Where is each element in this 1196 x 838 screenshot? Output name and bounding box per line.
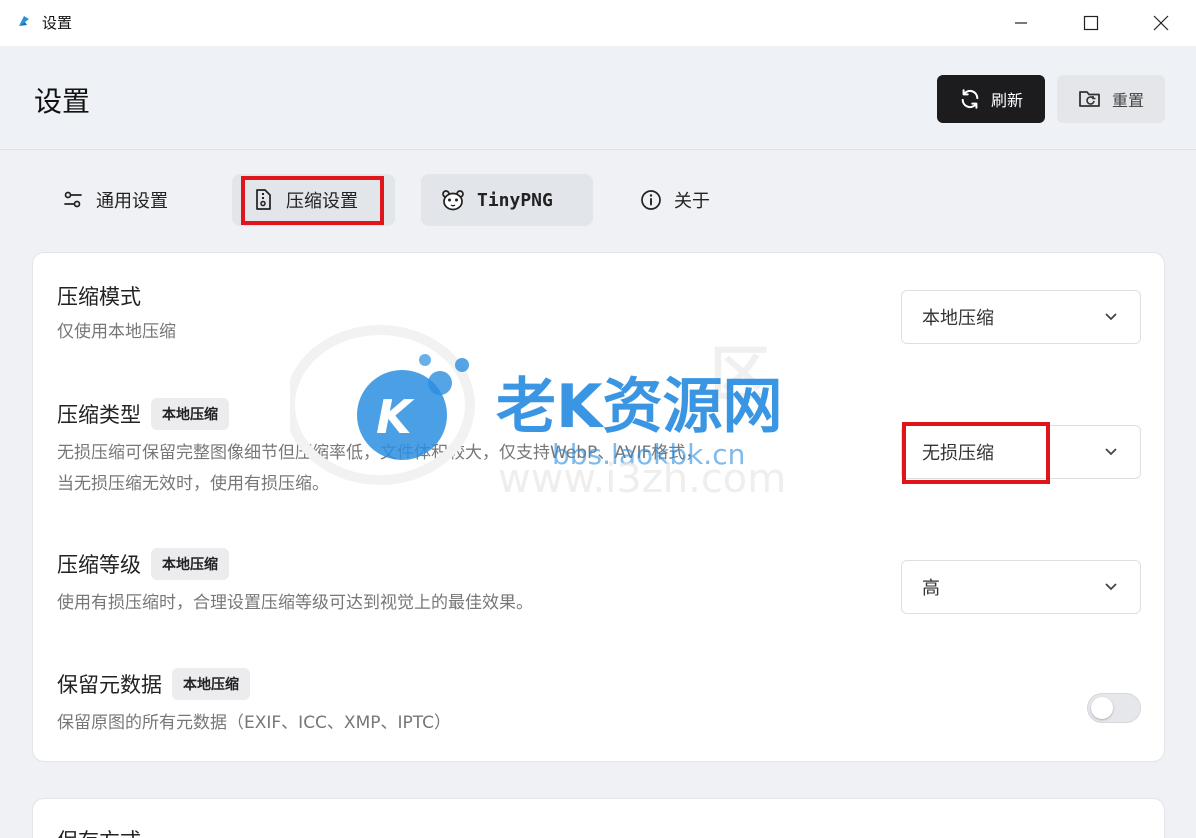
tab-label: TinyPNG: [477, 189, 553, 211]
panda-icon: [442, 190, 464, 211]
tab-label: 关于: [674, 191, 710, 212]
window-title: 设置: [42, 14, 73, 32]
toggle-knob: [1091, 697, 1113, 719]
refresh-label: 刷新: [990, 91, 1023, 110]
compression-level-select[interactable]: 高: [901, 560, 1141, 614]
chevron-down-icon: [1105, 583, 1117, 591]
local-badge: 本地压缩: [151, 398, 229, 430]
minimize-button[interactable]: [986, 0, 1056, 46]
tab-label: 通用设置: [96, 191, 168, 212]
select-value: 无损压缩: [922, 443, 994, 464]
folder-reset-icon: [1079, 91, 1100, 107]
compression-type-select[interactable]: 无损压缩: [901, 425, 1141, 479]
compression-mode-select[interactable]: 本地压缩: [901, 290, 1141, 344]
tab-compression[interactable]: 压缩设置: [232, 174, 395, 226]
refresh-button[interactable]: 刷新: [937, 75, 1045, 123]
setting-description: 无损压缩可保留完整图像细节但压缩率低，文件体积较大，仅支持WebP、AVIF格式…: [57, 438, 702, 500]
select-value: 本地压缩: [922, 308, 994, 329]
setting-title: 压缩类型: [57, 403, 141, 427]
tab-general[interactable]: 通用设置: [42, 174, 188, 226]
maximize-icon: [1083, 15, 1099, 31]
setting-title: 保留元数据: [57, 673, 162, 697]
setting-title-row: 压缩类型 本地压缩: [57, 398, 229, 430]
tab-label: 压缩设置: [286, 191, 358, 212]
reset-label: 重置: [1111, 91, 1144, 110]
setting-title: 压缩等级: [57, 553, 141, 577]
reset-button[interactable]: 重置: [1057, 75, 1165, 123]
maximize-button[interactable]: [1056, 0, 1126, 46]
tab-tinypng[interactable]: TinyPNG: [421, 174, 593, 226]
settings-tabs: 通用设置 压缩设置 TinyPNG 关于: [0, 150, 1196, 250]
minimize-icon: [1015, 22, 1027, 24]
page-title: 设置: [34, 85, 91, 118]
close-icon: [1153, 15, 1169, 31]
setting-description: 使用有损压缩时，合理设置压缩等级可达到视觉上的最佳效果。: [57, 593, 533, 613]
setting-title-row: 压缩等级 本地压缩: [57, 548, 229, 580]
page-header: 设置 刷新 重置: [0, 46, 1196, 150]
compression-settings-card: 压缩模式 仅使用本地压缩 本地压缩 压缩类型 本地压缩 无损压缩可保留完整图像细…: [32, 252, 1165, 762]
close-button[interactable]: [1126, 0, 1196, 46]
local-badge: 本地压缩: [151, 548, 229, 580]
chevron-down-icon: [1105, 313, 1117, 321]
tab-about[interactable]: 关于: [620, 174, 730, 226]
setting-description: 仅使用本地压缩: [57, 322, 176, 342]
description-line: 当无损压缩无效时，使用有损压缩。: [57, 474, 329, 494]
setting-title: 压缩模式: [57, 285, 141, 309]
description-line: 无损压缩可保留完整图像细节但压缩率低，文件体积较大，仅支持WebP、AVIF格式…: [57, 443, 703, 463]
app-icon: [19, 16, 29, 26]
section-title: 保存方式: [57, 825, 141, 838]
keep-metadata-toggle[interactable]: [1087, 693, 1141, 723]
save-mode-card: 保存方式: [32, 798, 1165, 838]
sliders-icon: [64, 191, 82, 208]
local-badge: 本地压缩: [172, 668, 250, 700]
setting-description: 保留原图的所有元数据（EXIF、ICC、XMP、IPTC）: [57, 713, 452, 733]
chevron-down-icon: [1105, 448, 1117, 456]
info-icon: [641, 190, 661, 210]
window-titlebar: 设置: [0, 0, 1196, 46]
compress-file-icon: [256, 189, 271, 210]
setting-title-row: 保留元数据 本地压缩: [57, 668, 250, 700]
select-value: 高: [922, 578, 940, 599]
refresh-icon: [961, 89, 979, 109]
